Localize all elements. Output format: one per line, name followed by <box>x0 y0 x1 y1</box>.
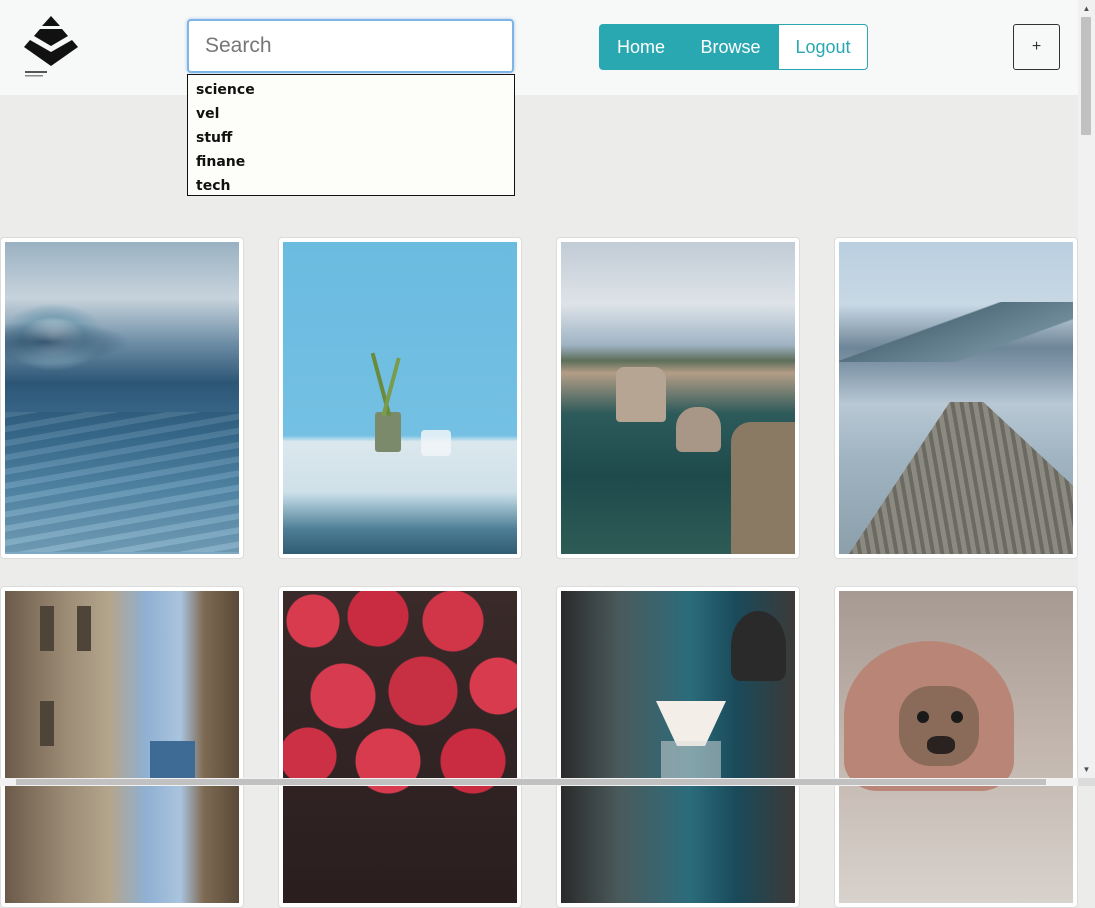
photo-alley-buildings <box>5 591 239 903</box>
nav-home-button[interactable]: Home <box>599 24 683 70</box>
photo-ocean-wave <box>5 242 239 554</box>
vertical-scroll-thumb[interactable] <box>1081 17 1091 135</box>
photo-card[interactable] <box>556 237 800 559</box>
photo-coastal-cliffs <box>561 242 795 554</box>
photo-card[interactable] <box>556 586 800 908</box>
photo-card[interactable] <box>834 586 1078 908</box>
photo-card[interactable] <box>278 237 522 559</box>
suggestion-item[interactable]: finane <box>196 150 514 174</box>
photo-card[interactable] <box>278 586 522 908</box>
suggestion-item[interactable]: vel <box>196 102 514 126</box>
photo-plant-jar <box>283 242 517 554</box>
photo-wooden-pier-lake <box>839 242 1073 554</box>
vertical-scrollbar[interactable]: ▲ ▼ <box>1078 0 1095 778</box>
photo-strawberries <box>283 591 517 903</box>
scroll-up-icon[interactable]: ▲ <box>1078 0 1095 17</box>
search-suggestions: science vel stuff finane tech <box>187 74 515 196</box>
search-input[interactable] <box>187 19 514 73</box>
horizontal-scrollbar[interactable] <box>0 778 1078 786</box>
suggestion-item[interactable]: stuff <box>196 126 514 150</box>
add-button[interactable]: + <box>1013 24 1060 70</box>
main-nav: Home Browse Logout <box>599 24 868 70</box>
photo-card[interactable] <box>834 237 1078 559</box>
suggestion-item[interactable]: science <box>196 78 514 102</box>
scrollbar-corner <box>1078 778 1095 786</box>
photo-pour-over-coffee <box>561 591 795 903</box>
photo-card[interactable] <box>0 586 244 908</box>
nav-browse-button[interactable]: Browse <box>683 24 778 70</box>
suggestion-item[interactable]: tech <box>196 174 514 198</box>
photo-card[interactable] <box>0 237 244 559</box>
scroll-down-icon[interactable]: ▼ <box>1078 761 1095 778</box>
nav-logout-button[interactable]: Logout <box>778 24 868 70</box>
logo-icon[interactable] <box>22 14 80 80</box>
top-header: Home Browse Logout + <box>0 0 1078 95</box>
photo-pug-blanket <box>839 591 1073 903</box>
horizontal-scroll-thumb[interactable] <box>16 779 1046 785</box>
